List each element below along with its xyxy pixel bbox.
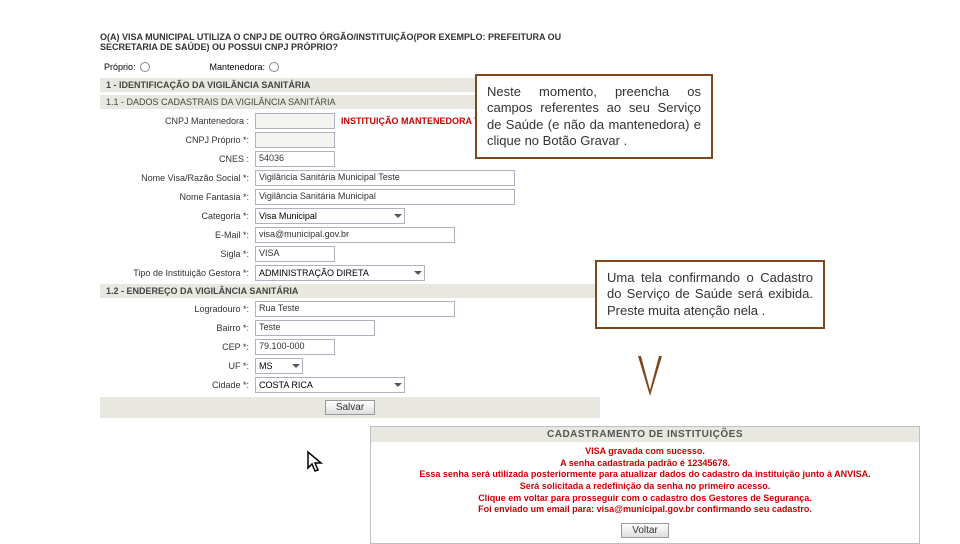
email-input[interactable]: visa@municipal.gov.br — [255, 227, 455, 243]
cnpj-mant-label: CNPJ Mantenedora : — [100, 116, 255, 126]
confirm-line: Foi enviado um email para: visa@municipa… — [381, 504, 909, 516]
radio-own[interactable]: Próprio: — [104, 62, 150, 72]
cnes-input[interactable]: 54036 — [255, 151, 335, 167]
logr-label: Logradouro *: — [100, 304, 255, 314]
cep-label: CEP *: — [100, 342, 255, 352]
confirm-line: Clique em voltar para prosseguir com o c… — [381, 493, 909, 505]
categoria-select[interactable]: Visa Municipal — [255, 208, 405, 224]
tipo-label: Tipo de Instituição Gestora *: — [100, 268, 255, 278]
fantasia-label: Nome Fantasia *: — [100, 192, 255, 202]
categoria-label: Categoria *: — [100, 211, 255, 221]
logr-input[interactable]: Rua Teste — [255, 301, 455, 317]
cidade-label: Cidade *: — [100, 380, 255, 390]
question-text: O(A) VISA MUNICIPAL UTILIZA O CNPJ DE OU… — [100, 32, 600, 52]
cnpj-prop-label: CNPJ Próprio *: — [100, 135, 255, 145]
section-12-header: 1.2 - ENDEREÇO DA VIGILÂNCIA SANITÁRIA — [100, 284, 600, 298]
cep-input[interactable]: 79.100-000 — [255, 339, 335, 355]
callout-instructions: Neste momento, preencha os campos refere… — [475, 74, 713, 159]
razao-input[interactable]: Vigilância Sanitária Municipal Teste — [255, 170, 515, 186]
cnes-label: CNES : — [100, 154, 255, 164]
radio-row: Próprio: Mantenedora: — [100, 62, 600, 72]
bairro-label: Bairro *: — [100, 323, 255, 333]
save-button[interactable]: Salvar — [325, 400, 375, 415]
confirm-line: Será solicitada a redefinição da senha n… — [381, 481, 909, 493]
confirm-line: A senha cadastrada padrão é 12345678. — [381, 458, 909, 470]
back-button[interactable]: Voltar — [621, 523, 669, 538]
sigla-input[interactable]: VISA — [255, 246, 335, 262]
email-label: E-Mail *: — [100, 230, 255, 240]
cnpj-prop-input[interactable] — [255, 132, 335, 148]
radio-icon — [140, 62, 150, 72]
cidade-select[interactable]: COSTA RICA — [255, 377, 405, 393]
uf-select[interactable]: MS — [255, 358, 303, 374]
confirm-title: CADASTRAMENTO DE INSTITUIÇÕES — [371, 427, 919, 442]
callout-tail-inner — [641, 356, 659, 390]
confirm-body: VISA gravada com sucesso. A senha cadast… — [371, 442, 919, 520]
razao-label: Nome Visa/Razão Social *: — [100, 173, 255, 183]
confirm-line: Essa senha será utilizada posteriormente… — [381, 469, 909, 481]
tipo-select[interactable]: ADMINISTRAÇÃO DIRETA — [255, 265, 425, 281]
uf-label: UF *: — [100, 361, 255, 371]
cnpj-mant-input[interactable] — [255, 113, 335, 129]
confirm-panel: CADASTRAMENTO DE INSTITUIÇÕES VISA grava… — [370, 426, 920, 544]
radio-icon — [269, 62, 279, 72]
radio-mant[interactable]: Mantenedora: — [210, 62, 280, 72]
confirm-line: VISA gravada com sucesso. — [381, 446, 909, 458]
callout-confirmation: Uma tela confirmando o Cadastro do Servi… — [595, 260, 825, 329]
cursor-icon — [306, 450, 326, 474]
bairro-input[interactable]: Teste — [255, 320, 375, 336]
radio-mant-label: Mantenedora: — [210, 62, 266, 72]
sigla-label: Sigla *: — [100, 249, 255, 259]
fantasia-input[interactable]: Vigilância Sanitária Municipal — [255, 189, 515, 205]
radio-own-label: Próprio: — [104, 62, 136, 72]
save-button-row: Salvar — [100, 397, 600, 418]
